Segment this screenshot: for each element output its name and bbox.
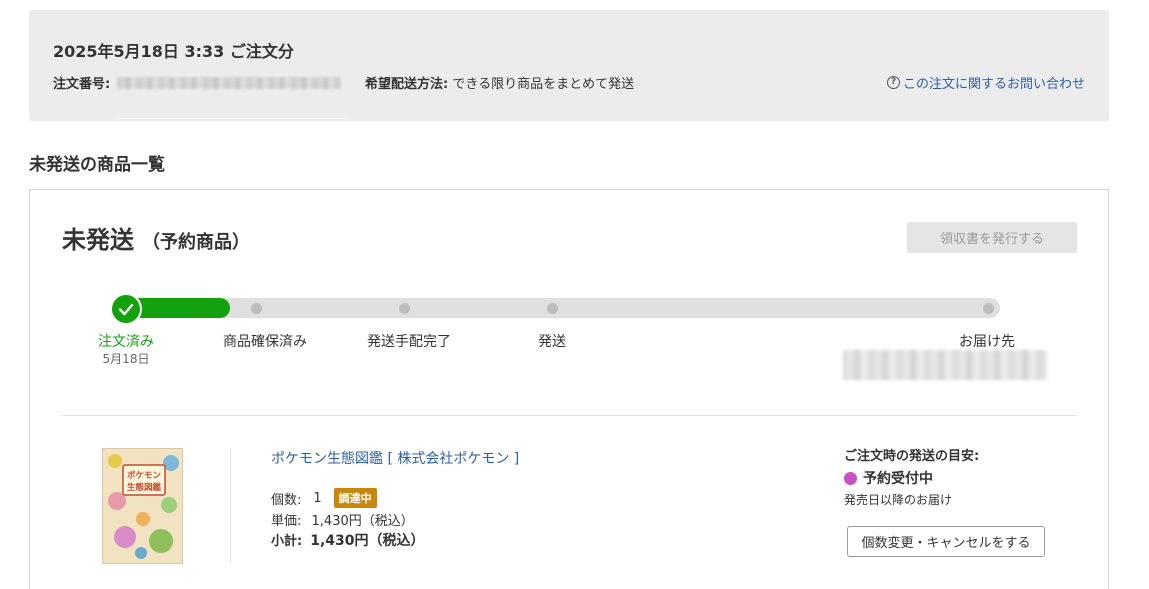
preorder-status-dot xyxy=(844,471,857,485)
order-number-underline xyxy=(117,118,347,119)
book-cover-art: ポケモン 生態図鑑 xyxy=(103,449,182,563)
step-date-ordered: 5月18日 xyxy=(102,352,150,366)
subtotal-label: 小計: xyxy=(271,534,303,549)
shipping-status-sub: （予約商品） xyxy=(142,232,250,253)
unit-price-label: 単価: xyxy=(271,514,302,529)
order-number-label-text: 注文番号: xyxy=(53,77,111,92)
shipping-eta-note: 発売日以降のお届け xyxy=(844,493,953,507)
shipping-status: 未発送 xyxy=(62,226,134,254)
unit-price-value: 1,430円（税込） xyxy=(311,514,414,529)
product-cover-image[interactable]: ポケモン 生態図鑑 xyxy=(102,448,183,564)
svg-text:ポケモン: ポケモン xyxy=(127,470,162,481)
step-label-reserved: 商品確保済み xyxy=(223,334,307,350)
destination-redacted xyxy=(843,350,1047,380)
step-dot-arranged xyxy=(399,303,410,314)
step-complete-check xyxy=(110,293,142,325)
shipping-status-title: 未発送 （予約商品） xyxy=(62,220,250,255)
quantity-row: 個数: 1 調達中 xyxy=(271,488,377,508)
order-header: 2025年5月18日 3:33 ご注文分 注文番号: 希望配送方法: できる限り… xyxy=(29,10,1109,121)
subtotal-value: 1,430円（税込） xyxy=(310,533,425,549)
shipping-eta-label: ご注文時の発送の目安: xyxy=(844,449,980,464)
shipping-method: 希望配送方法: できる限り商品をまとめて発送 xyxy=(365,73,634,92)
unit-price-row: 単価: 1,430円（税込） xyxy=(271,510,414,529)
step-label-shipped: 発送 xyxy=(538,334,566,350)
step-dot-shipped xyxy=(547,303,558,314)
shipping-eta-status: 予約受付中 xyxy=(844,468,933,488)
issue-receipt-button[interactable]: 領収書を発行する xyxy=(907,222,1077,253)
step-dot-reserved xyxy=(251,303,262,314)
procurement-badge: 調達中 xyxy=(333,488,377,508)
order-title: 2025年5月18日 3:33 ご注文分 xyxy=(53,42,294,61)
svg-text:生態図鑑: 生態図鑑 xyxy=(127,482,162,493)
quantity-label: 個数: xyxy=(271,492,302,508)
shipping-method-label: 希望配送方法: xyxy=(365,77,449,92)
step-label-arranged: 発送手配完了 xyxy=(367,334,451,350)
order-inquiry-link[interactable]: ? この注文に関するお問い合わせ xyxy=(886,73,1085,92)
product-name-link[interactable]: ポケモン生態図鑑 [ 株式会社ポケモン ] xyxy=(271,448,519,468)
shipping-eta-status-text: 予約受付中 xyxy=(863,471,933,487)
step-label-destination: お届け先 xyxy=(959,334,1015,350)
item-separator xyxy=(230,448,231,564)
change-cancel-button[interactable]: 個数変更・キャンセルをする xyxy=(847,526,1045,557)
quantity-value: 1 xyxy=(313,490,322,506)
question-icon: ? xyxy=(886,76,900,89)
order-number-label: 注文番号: xyxy=(53,73,110,92)
subtotal-row: 小計: 1,430円（税込） xyxy=(271,530,425,550)
order-number-redacted xyxy=(117,77,341,89)
unshipped-order-card: 未発送 （予約商品） 領収書を発行する 注文済み 5月18日 商品確保済み 発送手… xyxy=(29,189,1109,589)
section-title: 未発送の商品一覧 xyxy=(29,155,165,175)
order-inquiry-text: この注文に関するお問い合わせ xyxy=(902,77,1085,92)
shipping-method-value: できる限り商品をまとめて発送 xyxy=(452,77,635,92)
check-icon xyxy=(118,303,134,316)
step-label-ordered: 注文済み xyxy=(98,334,154,350)
step-dot-destination xyxy=(983,303,994,314)
card-divider xyxy=(62,415,1077,416)
